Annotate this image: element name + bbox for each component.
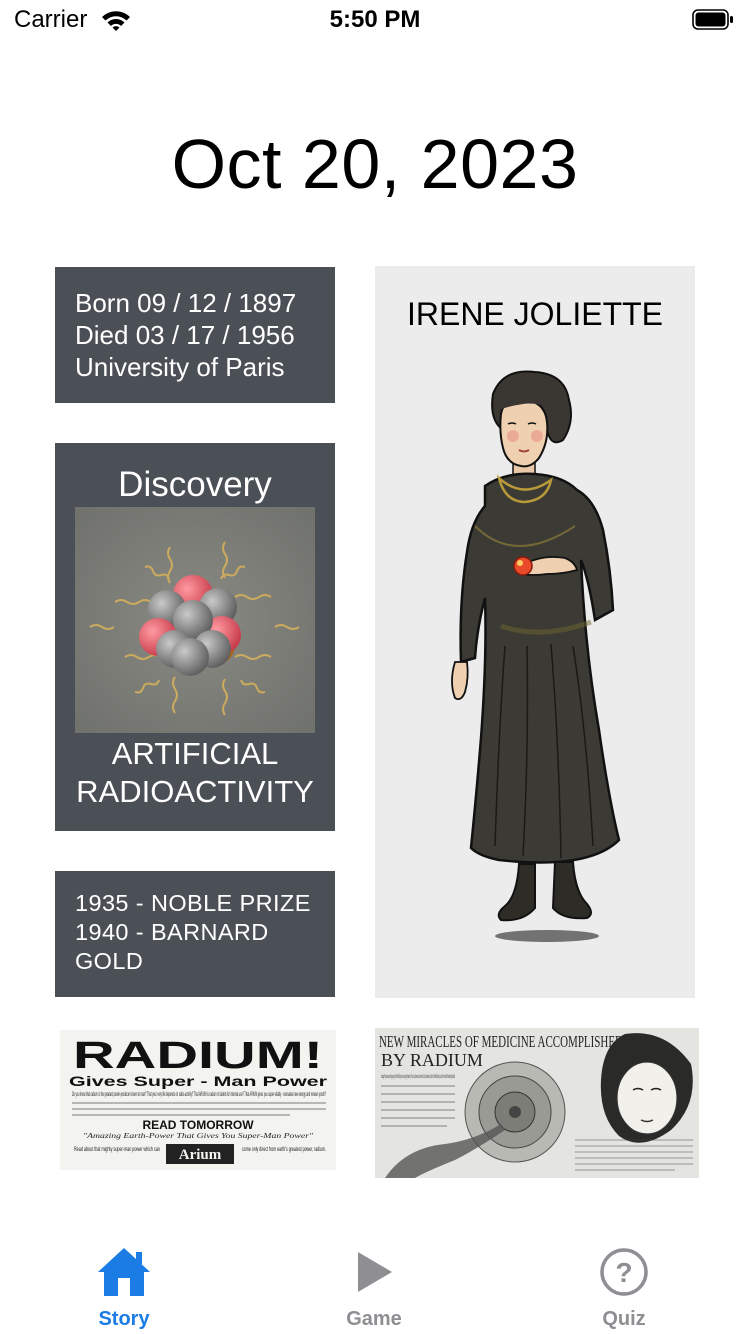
svg-text:?: ? — [615, 1257, 632, 1288]
tab-bar: Story Game ? Quiz — [0, 1234, 750, 1334]
tab-story[interactable]: Story — [54, 1234, 194, 1334]
question-circle-icon: ? — [600, 1248, 648, 1296]
scientist-name: IRENE JOLIETTE — [406, 296, 664, 332]
article-deck: Leading Physicians and Surgeons of the W… — [381, 1073, 455, 1080]
article-headline: NEW MIRACLES OF MEDICINE ACCOMPLISHED — [379, 1032, 623, 1051]
radium-footer-left: Read about that mighty super-man power w… — [74, 1147, 160, 1153]
article-headline-2: BY RADIUM — [381, 1050, 483, 1070]
arium-brand: Arium — [179, 1147, 222, 1163]
portrait-panel[interactable]: IRENE JOLIETTE — [375, 266, 695, 998]
radium-cta: READ TOMORROW — [142, 1118, 254, 1132]
status-time: 5:50 PM — [329, 6, 421, 33]
award-line: 1940 - BARNARD — [75, 919, 269, 945]
scientist-illustration — [415, 366, 675, 946]
radium-body: Do you know that radium is the greatest … — [72, 1092, 326, 1098]
institution: University of Paris — [75, 352, 285, 382]
tab-quiz-label: Quiz — [602, 1308, 646, 1330]
discovery-card[interactable]: Discovery ARTIFICIAL RADIOACTIVITY — [55, 443, 335, 831]
bio-card: Born 09 / 12 / 1897 Died 03 / 17 / 1956 … — [55, 267, 335, 403]
radium-subheadline: Gives Super - Man Power — [69, 1073, 328, 1089]
radium-ad-clipping[interactable]: RADIUM! Gives Super - Man Power Do you k… — [60, 1030, 336, 1170]
atom-nucleus-image — [75, 507, 315, 733]
battery-icon — [692, 9, 733, 30]
house-icon — [98, 1248, 150, 1296]
discovery-name-line: RADIOACTIVITY — [76, 774, 314, 809]
birth-date: Born 09 / 12 / 1897 — [75, 288, 297, 318]
death-date: Died 03 / 17 / 1956 — [75, 320, 295, 350]
discovery-heading: Discovery — [118, 465, 272, 504]
discovery-name: ARTIFICIAL RADIOACTIVITY — [55, 735, 335, 811]
medicine-article-clipping[interactable]: NEW MIRACLES OF MEDICINE ACCOMPLISHED BY… — [375, 1028, 699, 1178]
tab-game-label: Game — [346, 1308, 402, 1330]
radium-headline: RADIUM! — [73, 1035, 323, 1077]
tab-story-label: Story — [98, 1308, 150, 1330]
radium-footer-right: come only direct from earth's greatest p… — [242, 1147, 326, 1153]
play-icon — [358, 1252, 392, 1292]
status-bar: Carrier 5:50 PM — [0, 0, 750, 40]
award-line: GOLD — [75, 948, 144, 974]
date-title: Oct 20, 2023 — [171, 125, 579, 203]
tab-game[interactable]: Game — [304, 1234, 444, 1334]
discovery-name-line: ARTIFICIAL — [111, 736, 279, 771]
award-line: 1935 - NOBLE PRIZE — [75, 890, 311, 916]
awards-card: 1935 - NOBLE PRIZE 1940 - BARNARD GOLD — [55, 871, 335, 997]
tab-quiz[interactable]: ? Quiz — [554, 1234, 694, 1334]
radium-tagline: "Amazing Earth-Power That Gives You Supe… — [83, 1132, 313, 1140]
